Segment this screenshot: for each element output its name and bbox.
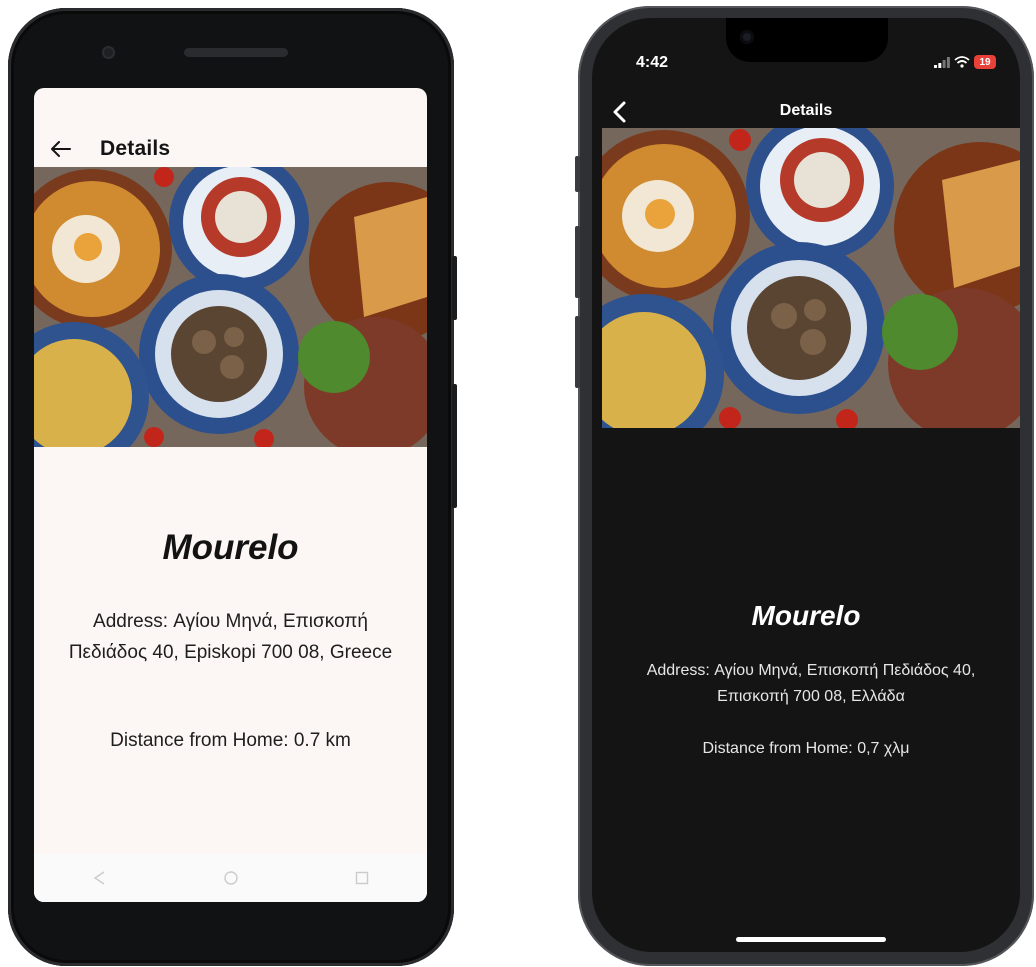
- status-icons: 19: [934, 55, 996, 69]
- earpiece-speaker: [184, 48, 288, 57]
- system-navigation-bar: [34, 854, 427, 902]
- android-screen: Details Mourelo Address: Αγίου Μηνά, Επι…: [34, 88, 427, 902]
- notch: [726, 18, 888, 62]
- mute-switch: [575, 156, 580, 192]
- page-title: Details: [779, 102, 833, 119]
- iphone-device-frame: 4:42 19 Details Mourelo Address: Αγίου Μ…: [575, 6, 1034, 966]
- navigation-bar: Details: [592, 96, 1020, 128]
- restaurant-address: Address: Αγίου Μηνά, Επισκοπή Πεδιάδος 4…: [68, 611, 393, 663]
- page-title: Details: [100, 137, 171, 160]
- front-camera: [740, 30, 754, 44]
- ios-screen: 4:42 19 Details Mourelo Address: Αγίου Μ…: [592, 18, 1020, 952]
- restaurant-name: Mourelo: [162, 528, 299, 567]
- signal-bars-icon: [934, 56, 950, 68]
- home-indicator[interactable]: [736, 937, 886, 942]
- volume-button: [452, 384, 457, 508]
- restaurant-name: Mourelo: [751, 600, 861, 631]
- volume-down-button: [575, 316, 580, 388]
- triangle-back-icon[interactable]: [92, 870, 108, 886]
- volume-up-button: [575, 226, 580, 298]
- app-bar: Details: [34, 126, 427, 172]
- arrow-back-icon[interactable]: [50, 138, 72, 160]
- restaurant-photo: [602, 128, 1020, 428]
- square-recents-icon[interactable]: [354, 870, 370, 886]
- status-bar: [34, 88, 427, 118]
- power-button: [452, 256, 457, 320]
- wifi-icon: [954, 56, 970, 68]
- battery-icon: 19: [974, 55, 996, 69]
- restaurant-address: Address: Αγίου Μηνά, Επισκοπή Πεδιάδος 4…: [646, 662, 976, 705]
- status-time: 4:42: [636, 54, 669, 71]
- restaurant-photo: [34, 167, 427, 447]
- android-device-frame: Details Mourelo Address: Αγίου Μηνά, Επι…: [8, 8, 457, 966]
- distance-from-home: Distance from Home: 0,7 χλμ: [702, 740, 910, 757]
- front-camera: [102, 46, 115, 59]
- circle-home-icon[interactable]: [223, 870, 239, 886]
- distance-from-home: Distance from Home: 0.7 km: [110, 730, 351, 751]
